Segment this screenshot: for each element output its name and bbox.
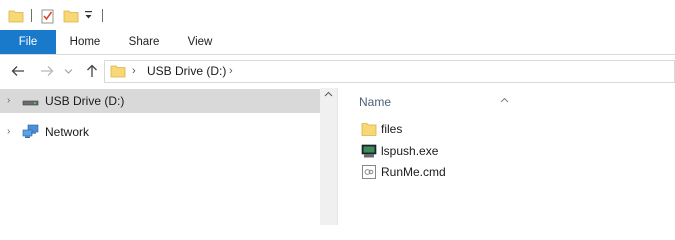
file-row[interactable]: files: [359, 119, 619, 139]
navigation-scrollbar[interactable]: [320, 88, 337, 225]
drive-icon: [22, 93, 40, 109]
file-name: RunMe.cmd: [381, 165, 446, 179]
tab-share[interactable]: Share: [121, 30, 167, 54]
file-name: files: [381, 122, 403, 136]
toolbar-separator: [102, 9, 103, 22]
tab-file[interactable]: File: [0, 30, 56, 54]
address-bar[interactable]: › USB Drive (D:) ›: [104, 60, 675, 83]
tree-item-label: USB Drive (D:): [45, 94, 125, 108]
file-row[interactable]: RunMe.cmd: [359, 162, 619, 182]
file-list-pane: Name files lspush.exe RunMe.cmd: [339, 88, 675, 225]
chevron-up-icon: [324, 91, 333, 97]
properties-icon[interactable]: [40, 8, 56, 27]
toolbar-separator: [31, 9, 32, 22]
tab-home[interactable]: Home: [62, 30, 108, 54]
back-button[interactable]: [9, 61, 27, 81]
folder-icon: [110, 63, 126, 82]
chevron-right-icon[interactable]: ›: [132, 61, 136, 82]
tree-item-usb-drive[interactable]: › USB Drive (D:): [0, 89, 320, 113]
file-row[interactable]: lspush.exe: [359, 141, 619, 161]
chevron-right-icon[interactable]: ›: [229, 61, 233, 82]
recent-locations-button[interactable]: [62, 61, 74, 81]
forward-button[interactable]: [38, 61, 56, 81]
navigation-pane: › USB Drive (D:) › Network: [0, 88, 338, 225]
cmd-script-icon: [361, 164, 377, 180]
quick-access-toolbar: [0, 0, 675, 30]
network-icon: [22, 124, 40, 140]
chevron-right-icon[interactable]: ›: [7, 125, 10, 139]
folder-icon: [8, 8, 24, 27]
tree-item-label: Network: [45, 125, 90, 139]
exe-icon: [361, 143, 377, 159]
scroll-up-button[interactable]: [320, 88, 337, 105]
chevron-down-icon: [64, 69, 72, 74]
sort-ascending-icon: [500, 92, 509, 108]
new-folder-icon[interactable]: [63, 8, 79, 27]
ribbon-tabs: File Home Share View: [0, 30, 675, 55]
up-arrow-icon: [87, 64, 97, 77]
tree-item-network[interactable]: › Network: [0, 120, 320, 144]
back-arrow-icon: [11, 66, 24, 76]
chevron-right-icon[interactable]: ›: [7, 94, 10, 108]
customize-dropdown-icon[interactable]: [84, 9, 94, 24]
column-header-label: Name: [359, 95, 392, 109]
tab-view[interactable]: View: [178, 30, 222, 54]
folder-icon: [361, 121, 377, 137]
address-location[interactable]: USB Drive (D:): [147, 61, 226, 82]
navigation-row: › USB Drive (D:) ›: [0, 55, 675, 87]
up-button[interactable]: [83, 61, 101, 81]
forward-arrow-icon: [41, 66, 54, 76]
column-header-name[interactable]: Name: [359, 94, 509, 110]
file-name: lspush.exe: [381, 144, 439, 158]
